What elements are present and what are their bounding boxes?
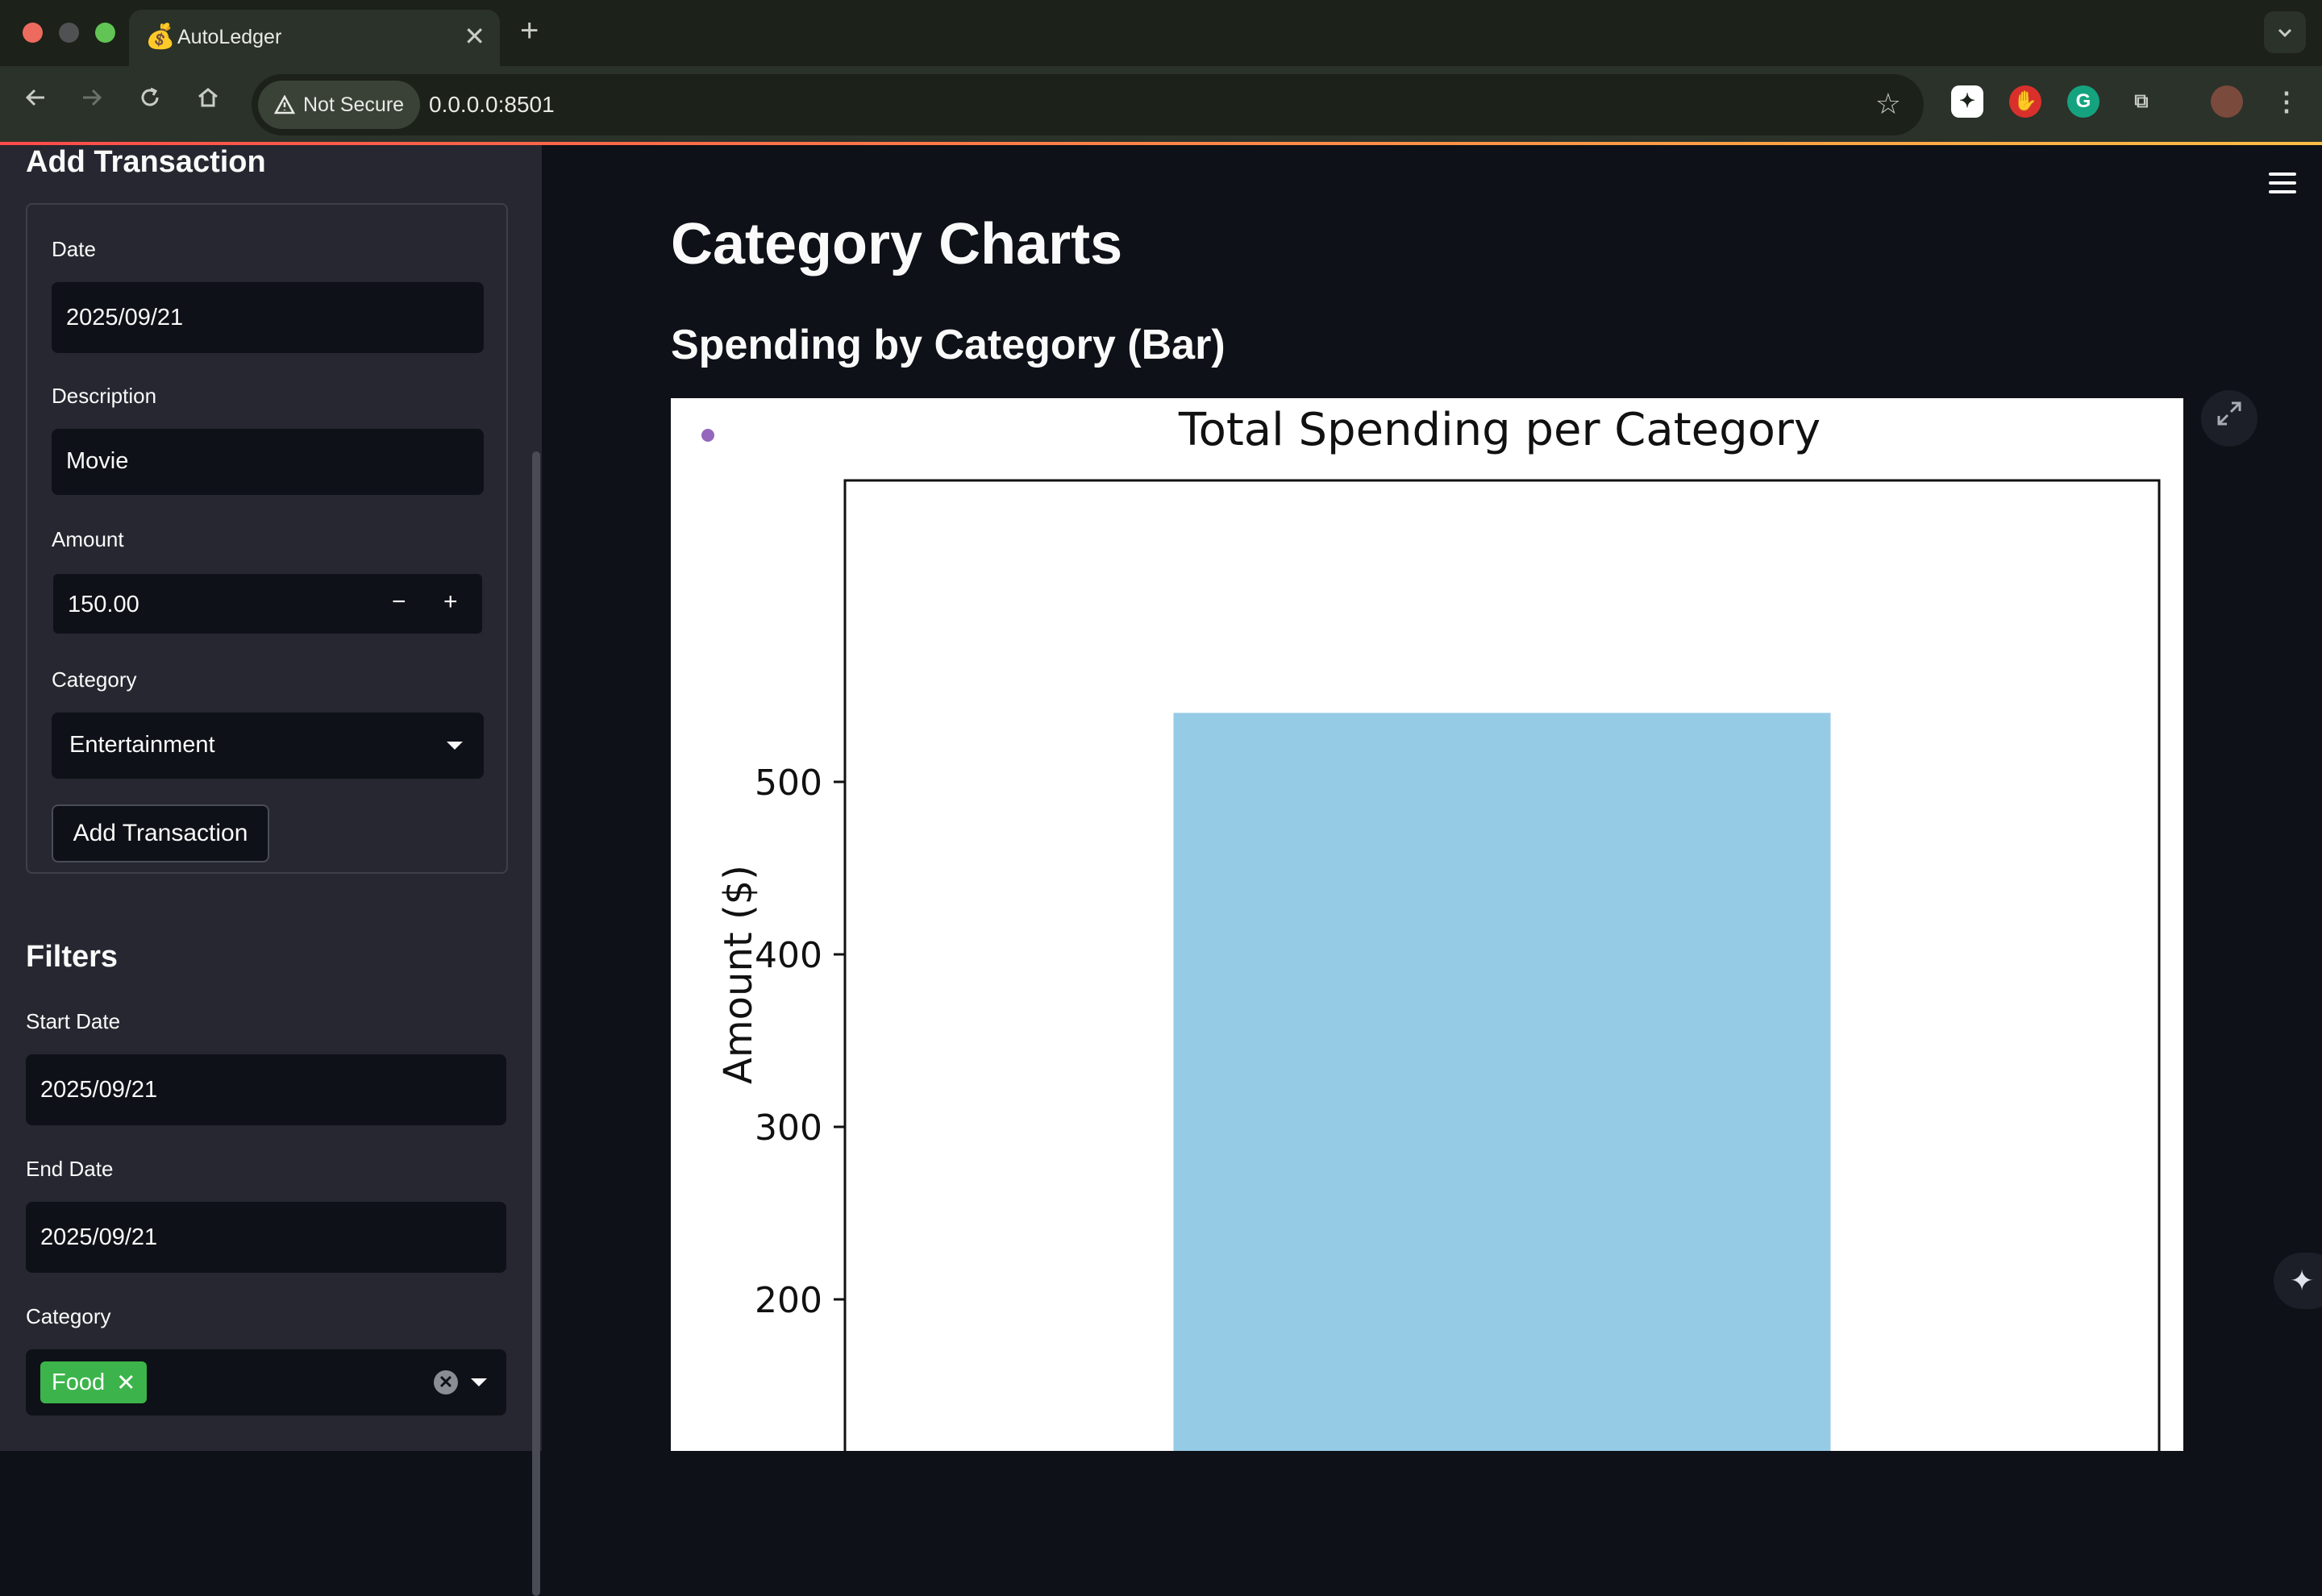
chart-title: Total Spending per Category [1178, 404, 1821, 456]
end-date-label: End Date [26, 1157, 114, 1181]
browser-tab-bar: 💰 AutoLedger ✕ + [0, 0, 2322, 66]
security-indicator[interactable]: Not Secure [258, 81, 421, 129]
category-filter-label: Category [26, 1304, 111, 1328]
amount-value: 150.00 [68, 592, 139, 617]
tag-label: Food [52, 1369, 106, 1395]
back-button[interactable] [18, 85, 53, 117]
page-title: Category Charts [671, 212, 1123, 276]
y-tick-label: 200 [755, 1280, 822, 1321]
status-dot [701, 429, 714, 442]
home-icon [198, 88, 218, 107]
add-transaction-button[interactable]: Add Transaction [52, 804, 269, 862]
new-tab-button[interactable]: + [520, 13, 539, 49]
sidebar-scrollbar[interactable] [532, 451, 540, 1596]
back-arrow-icon [25, 89, 44, 106]
extensions-puzzle-icon[interactable]: ⧉ [2125, 85, 2158, 118]
start-date-label: Start Date [26, 1009, 121, 1033]
profile-avatar[interactable] [2211, 85, 2243, 118]
bars [1173, 713, 1831, 1596]
minimize-window-button[interactable] [59, 23, 79, 43]
chevron-down-icon [471, 1378, 487, 1386]
y-tick-label: 400 [755, 935, 822, 976]
add-transaction-form: Date 2025/09/21 Description Movie Amount… [26, 203, 508, 874]
close-window-button[interactable] [23, 23, 43, 43]
address-bar[interactable]: Not Secure 0.0.0.0:8501 ☆ [252, 74, 1924, 135]
category-select[interactable]: Entertainment [52, 713, 484, 779]
date-value: 2025/09/21 [66, 305, 184, 330]
warning-icon [274, 95, 295, 114]
chevron-down-icon [447, 742, 463, 750]
expand-icon [2217, 401, 2241, 426]
browser-tab[interactable]: 💰 AutoLedger ✕ [129, 10, 500, 66]
amount-label: Amount [52, 527, 124, 551]
section-title: Spending by Category (Bar) [671, 322, 1226, 368]
chevron-down-icon [2278, 28, 2292, 38]
chart-bar[interactable] [1173, 713, 1831, 1596]
amount-increment-button[interactable]: + [443, 588, 458, 616]
category-label: Category [52, 667, 137, 692]
bar-chart: Total Spending per Category Amount ($) 0… [671, 398, 2183, 1596]
forward-arrow-icon [83, 89, 102, 106]
clear-all-icon[interactable]: ✕ [434, 1370, 458, 1394]
bookmark-star-icon[interactable]: ☆ [1875, 87, 1901, 121]
description-label: Description [52, 384, 157, 408]
category-tag-food[interactable]: Food ✕ [40, 1361, 148, 1403]
browser-toolbar: Not Secure 0.0.0.0:8501 ☆ ✦ ✋ G ⧉ ⋮ [0, 66, 2322, 143]
remove-tag-icon[interactable]: ✕ [116, 1369, 135, 1397]
hand-extension-icon[interactable]: ✋ [2009, 85, 2041, 118]
tab-search-button[interactable] [2264, 11, 2306, 53]
fullscreen-button[interactable] [2201, 390, 2258, 447]
reload-button[interactable] [132, 85, 168, 117]
maximize-window-button[interactable] [95, 23, 115, 43]
y-tick-label: 500 [755, 763, 822, 804]
description-value: Movie [66, 448, 129, 474]
date-input[interactable]: 2025/09/21 [52, 282, 484, 353]
reload-icon [141, 87, 159, 106]
amount-decrement-button[interactable]: − [392, 588, 406, 616]
money-bag-icon: 💰 [145, 23, 176, 50]
amount-stepper[interactable]: 150.00 − + [52, 572, 484, 635]
filters-title: Filters [26, 940, 119, 974]
y-tick-label: 300 [755, 1108, 822, 1149]
end-date-input[interactable]: 2025/09/21 [26, 1202, 506, 1273]
forward-button[interactable] [74, 85, 110, 117]
more-menu-icon[interactable]: ⋮ [2270, 85, 2303, 118]
category-multiselect[interactable]: Food ✕ ✕ [26, 1349, 506, 1415]
tab-title: AutoLedger [177, 26, 282, 48]
bar-chart-svg: Total Spending per Category Amount ($) 0… [701, 404, 2161, 1596]
y-axis-ticks: 0100200300400500 [755, 763, 845, 1494]
sidebar: Add Transaction Date 2025/09/21 Descript… [0, 145, 542, 1596]
main-menu-button[interactable] [2269, 172, 2296, 199]
sparkle-extension-icon[interactable]: ✦ [1951, 85, 1983, 118]
close-tab-icon[interactable]: ✕ [464, 21, 485, 52]
sidebar-title: Add Transaction [26, 145, 266, 179]
url-text[interactable]: 0.0.0.0:8501 [429, 92, 555, 118]
start-date-input[interactable]: 2025/09/21 [26, 1054, 506, 1125]
start-date-value: 2025/09/21 [40, 1077, 158, 1103]
sparkle-icon: ✦ [2290, 1264, 2315, 1297]
ai-assistant-button[interactable]: ✦ [2274, 1253, 2322, 1309]
category-value: Entertainment [69, 732, 215, 758]
date-label: Date [52, 237, 96, 261]
security-label: Not Secure [303, 93, 405, 116]
description-input[interactable]: Movie [52, 429, 484, 495]
home-button[interactable] [190, 85, 226, 117]
grammarly-icon[interactable]: G [2067, 85, 2099, 118]
end-date-value: 2025/09/21 [40, 1224, 158, 1250]
